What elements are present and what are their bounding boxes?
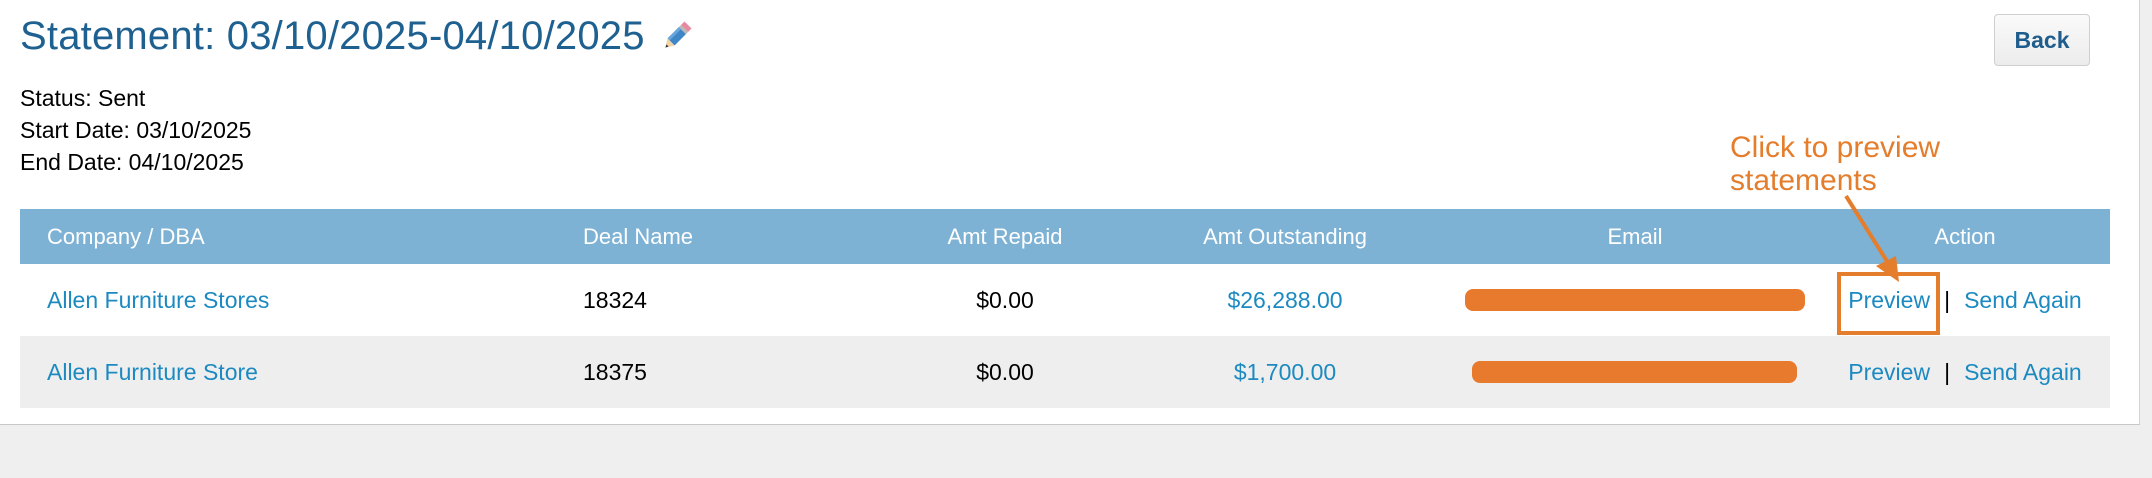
table-row: Allen Furniture Stores 18324 $0.00 $26,2…	[20, 264, 2110, 336]
send-again-link[interactable]: Send Again	[1964, 287, 2082, 314]
send-again-link[interactable]: Send Again	[1964, 359, 2082, 386]
statement-meta: Status: Sent Start Date: 03/10/2025 End …	[20, 82, 251, 178]
end-date-text: End Date: 04/10/2025	[20, 149, 244, 175]
email-redaction	[1465, 289, 1805, 311]
page-title: Statement: 03/10/2025-04/10/2025	[20, 14, 645, 58]
preview-link[interactable]: Preview	[1848, 359, 1930, 386]
action-cell: Preview | Send Again	[1835, 336, 2095, 408]
col-header-email: Email	[1607, 223, 1663, 249]
pencil-icon[interactable]	[659, 20, 693, 54]
col-header-deal: Deal Name	[583, 223, 694, 249]
back-button[interactable]: Back	[1994, 14, 2090, 66]
col-header-action: Action	[1934, 223, 1996, 249]
company-link[interactable]: Allen Furniture Store	[47, 359, 258, 386]
annotation-line-1: Click to preview	[1730, 131, 1941, 164]
email-cell	[1445, 264, 1825, 336]
email-redaction	[1472, 361, 1797, 383]
annotation-callout: Click to preview statements	[1730, 131, 1940, 197]
deal-name: 18375	[583, 358, 647, 385]
action-separator: |	[1944, 358, 1951, 385]
email-cell	[1445, 336, 1825, 408]
amt-outstanding-link[interactable]: $1,700.00	[1234, 359, 1336, 386]
col-header-company: Company / DBA	[47, 223, 205, 249]
action-separator: |	[1944, 286, 1951, 313]
amt-outstanding-link[interactable]: $26,288.00	[1227, 287, 1342, 314]
table-header: Company / DBA Deal Name Amt Repaid Amt O…	[20, 209, 2110, 264]
preview-highlight-box	[1837, 272, 1940, 335]
deal-name: 18324	[583, 286, 647, 313]
col-header-outstanding: Amt Outstanding	[1203, 223, 1367, 249]
table-row: Allen Furniture Store 18375 $0.00 $1,700…	[20, 336, 2110, 408]
start-date-text: Start Date: 03/10/2025	[20, 117, 252, 143]
company-link[interactable]: Allen Furniture Stores	[47, 287, 269, 314]
status-text: Status: Sent	[20, 85, 146, 111]
statements-table: Company / DBA Deal Name Amt Repaid Amt O…	[20, 209, 2110, 408]
annotation-line-2: statements	[1730, 164, 1877, 197]
statement-panel: Statement: 03/10/2025-04/10/2025 Back St…	[0, 0, 2140, 425]
title-row: Statement: 03/10/2025-04/10/2025	[20, 14, 693, 59]
